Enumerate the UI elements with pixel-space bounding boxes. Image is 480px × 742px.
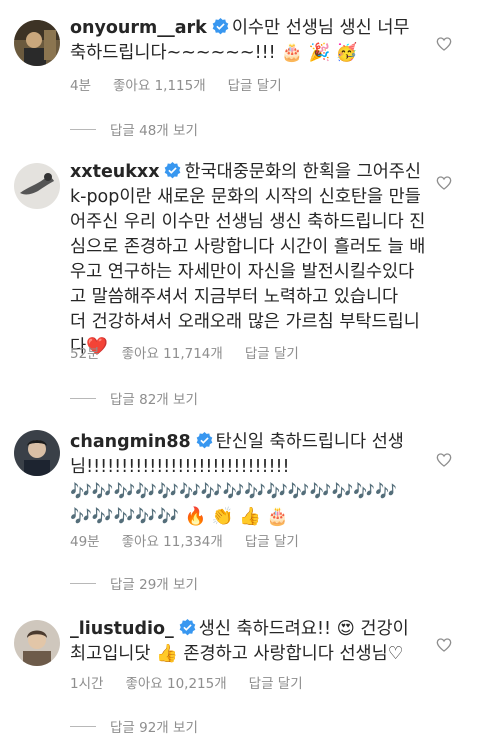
comment-time: 4분 bbox=[70, 78, 92, 94]
view-replies-label: 답글 48개 보기 bbox=[110, 123, 198, 139]
verified-badge-icon bbox=[179, 619, 196, 636]
avatar[interactable] bbox=[14, 430, 60, 476]
comment-item: _liustudio_ 생신 축하드려요!! 😍 건강이 최고입니닷 👍 존경하고… bbox=[0, 610, 480, 742]
view-replies-label: 답글 92개 보기 bbox=[110, 720, 198, 736]
heart-outline-icon[interactable] bbox=[436, 175, 452, 191]
view-replies-button[interactable]: 답글 92개 보기 bbox=[70, 716, 198, 736]
emoji-line: 🎶🎶🎶🎶🎶🎶🎶🎶🎶🎶🎶🎶🎶🎶🎶🎶🎶🎶🎶🎶 🔥 👏 👍 🎂 bbox=[70, 482, 397, 527]
avatar[interactable] bbox=[14, 620, 60, 666]
username[interactable]: xxteukxx bbox=[70, 162, 159, 182]
comment-text: 한국대중문화의 한획을 그어주신 k-pop이란 새로운 문화의 시작의 신호탄… bbox=[70, 162, 426, 307]
like-count[interactable]: 좋아요 11,334개 bbox=[122, 534, 223, 550]
divider bbox=[70, 582, 96, 584]
username[interactable]: _liustudio_ bbox=[70, 619, 174, 639]
divider bbox=[70, 397, 96, 399]
verified-badge-icon bbox=[212, 18, 229, 35]
view-replies-label: 답글 29개 보기 bbox=[110, 577, 198, 593]
username[interactable]: changmin88 bbox=[70, 432, 191, 452]
view-replies-button[interactable]: 답글 48개 보기 bbox=[70, 119, 198, 139]
view-replies-button[interactable]: 답글 29개 보기 bbox=[70, 573, 198, 593]
like-count[interactable]: 좋아요 10,215개 bbox=[125, 676, 226, 692]
comment-meta: 4분 좋아요 1,115개 답글 달기 bbox=[70, 74, 304, 94]
comment-item: onyourm__ark 이수만 선생님 생신 너무 축하드립니다~~~~~~!!… bbox=[0, 0, 480, 145]
verified-badge-icon bbox=[196, 432, 213, 449]
avatar[interactable] bbox=[14, 163, 60, 209]
comment-item: xxteukxx 한국대중문화의 한획을 그어주신 k-pop이란 새로운 문화의… bbox=[0, 145, 480, 408]
reply-button[interactable]: 답글 달기 bbox=[249, 676, 303, 692]
comment-body: xxteukxx 한국대중문화의 한획을 그어주신 k-pop이란 새로운 문화의… bbox=[70, 160, 428, 360]
reply-button[interactable]: 답글 달기 bbox=[228, 78, 282, 94]
divider bbox=[70, 128, 96, 130]
comment-time: 1시간 bbox=[70, 676, 104, 692]
comment-meta: 52분 좋아요 11,714개 답글 달기 bbox=[70, 342, 321, 362]
comment-meta: 1시간 좋아요 10,215개 답글 달기 bbox=[70, 672, 325, 692]
reply-button[interactable]: 답글 달기 bbox=[245, 534, 299, 550]
like-count[interactable]: 좋아요 1,115개 bbox=[113, 78, 206, 94]
reply-button[interactable]: 답글 달기 bbox=[245, 346, 299, 362]
comment-item: changmin88 탄신일 축하드립니다 선생님!!!!!!!!!!!!!!!!… bbox=[0, 425, 480, 600]
comment-meta: 49분 좋아요 11,334개 답글 달기 bbox=[70, 530, 321, 550]
comment-body: changmin88 탄신일 축하드립니다 선생님!!!!!!!!!!!!!!!!… bbox=[70, 430, 428, 530]
divider bbox=[70, 725, 96, 727]
comment-time: 52분 bbox=[70, 346, 100, 362]
comment-time: 49분 bbox=[70, 534, 100, 550]
view-replies-label: 답글 82개 보기 bbox=[110, 392, 198, 408]
verified-badge-icon bbox=[164, 162, 181, 179]
heart-outline-icon[interactable] bbox=[436, 36, 452, 52]
comment-body: onyourm__ark 이수만 선생님 생신 너무 축하드립니다~~~~~~!!… bbox=[70, 16, 428, 66]
heart-outline-icon[interactable] bbox=[436, 637, 452, 653]
view-replies-button[interactable]: 답글 82개 보기 bbox=[70, 388, 198, 408]
comment-body: _liustudio_ 생신 축하드려요!! 😍 건강이 최고입니닷 👍 존경하고… bbox=[70, 617, 428, 667]
like-count[interactable]: 좋아요 11,714개 bbox=[122, 346, 223, 362]
heart-outline-icon[interactable] bbox=[436, 452, 452, 468]
avatar[interactable] bbox=[14, 20, 60, 66]
username[interactable]: onyourm__ark bbox=[70, 18, 207, 38]
